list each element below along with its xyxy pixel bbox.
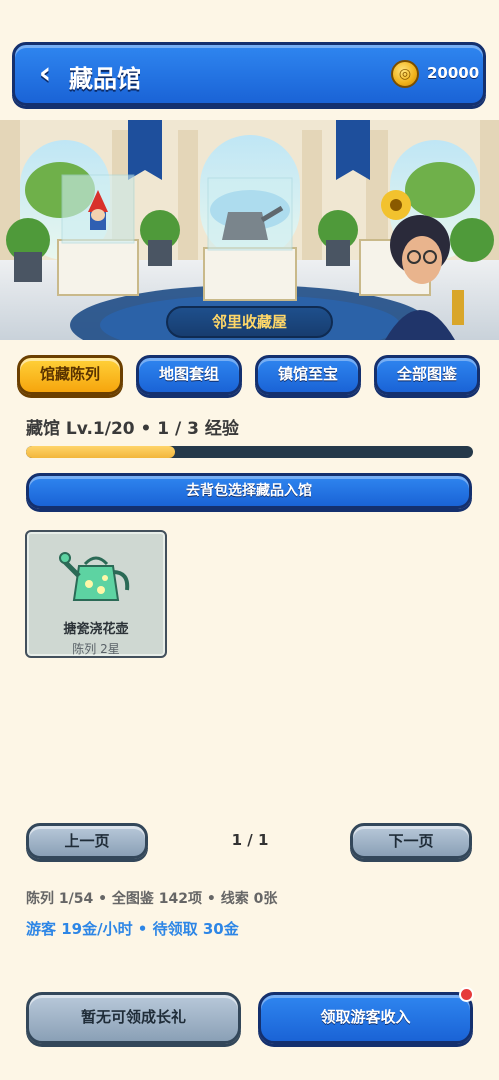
visitor-income-stats: 游客 19金/小时 • 待领取 30金 [26,920,239,938]
next-page-button[interactable]: 下一页 [350,823,472,859]
item-display-level: 陈列 2星 [72,642,120,656]
museum-level-text: 藏馆 Lv.1/20 • 1 / 3 经验 [26,419,239,439]
page-title: 藏品馆 [69,65,141,93]
prev-page-button[interactable]: 上一页 [26,823,148,859]
coin-icon: ◎ [391,60,419,88]
page-indicator: 1 / 1 [231,831,269,849]
tab-treasures[interactable]: 镇馆至宝 [255,355,361,395]
back-chevron-icon: ‹ [38,56,52,91]
tab-collection-display[interactable]: 馆藏陈列 [17,355,123,395]
collection-stats: 陈列 1/54 • 全图鉴 142项 • 线索 0张 [26,891,278,907]
item-name: 搪瓷浇花壶 [63,622,129,637]
xp-progress-fill [26,446,175,458]
tab-all-catalog[interactable]: 全部图鉴 [374,355,480,395]
top-bar: ‹ 藏品馆 ◎ 20000 [12,42,486,106]
banner-label: 邻里收藏屋 [166,306,333,338]
coin-balance: 20000 [427,64,480,82]
watering-can-icon [59,552,130,601]
collection-item-card[interactable]: 搪瓷浇花壶 陈列 2星 [25,530,167,658]
collect-visitor-income-button[interactable]: 领取游客收入 [258,992,473,1044]
tab-map-sets[interactable]: 地图套组 [136,355,242,395]
notification-dot [459,987,474,1002]
growth-gift-button[interactable]: 暂无可领成长礼 [26,992,241,1044]
select-from-bag-button[interactable]: 去背包选择藏品入馆 [26,473,472,509]
back-button[interactable]: ‹ [25,53,65,95]
xp-progress-bar [26,446,473,458]
